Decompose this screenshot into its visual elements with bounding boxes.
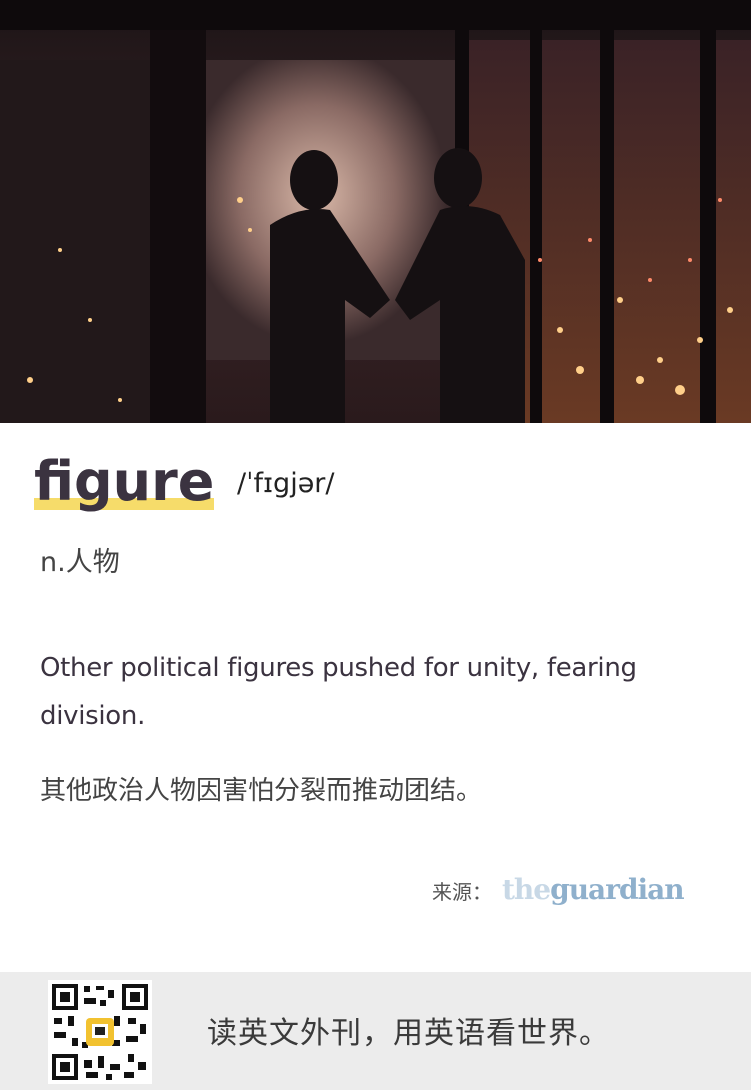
qr-code-icon[interactable] <box>48 980 152 1084</box>
hero-image <box>0 0 751 423</box>
headword: figure <box>34 448 215 516</box>
guardian-logo: theguardian <box>502 873 685 906</box>
example-sentence-en: Other political figures pushed for unity… <box>40 653 637 731</box>
source-label: 来源： <box>432 879 492 904</box>
part-of-speech: n.人物 <box>40 547 120 578</box>
source: 来源： theguardian <box>432 872 685 908</box>
hero-photo <box>0 0 751 423</box>
footer-slogan: 读英文外刊，用英语看世界。 <box>207 1016 610 1051</box>
headword-text: figure <box>34 450 215 513</box>
phonetic: /ˈfɪgjər/ <box>237 468 335 499</box>
footer: 读英文外刊，用英语看世界。 <box>0 972 751 1090</box>
example-sentence-zh: 其他政治人物因害怕分裂而推动团结。 <box>40 776 483 806</box>
headword-container: figure <box>34 448 215 516</box>
